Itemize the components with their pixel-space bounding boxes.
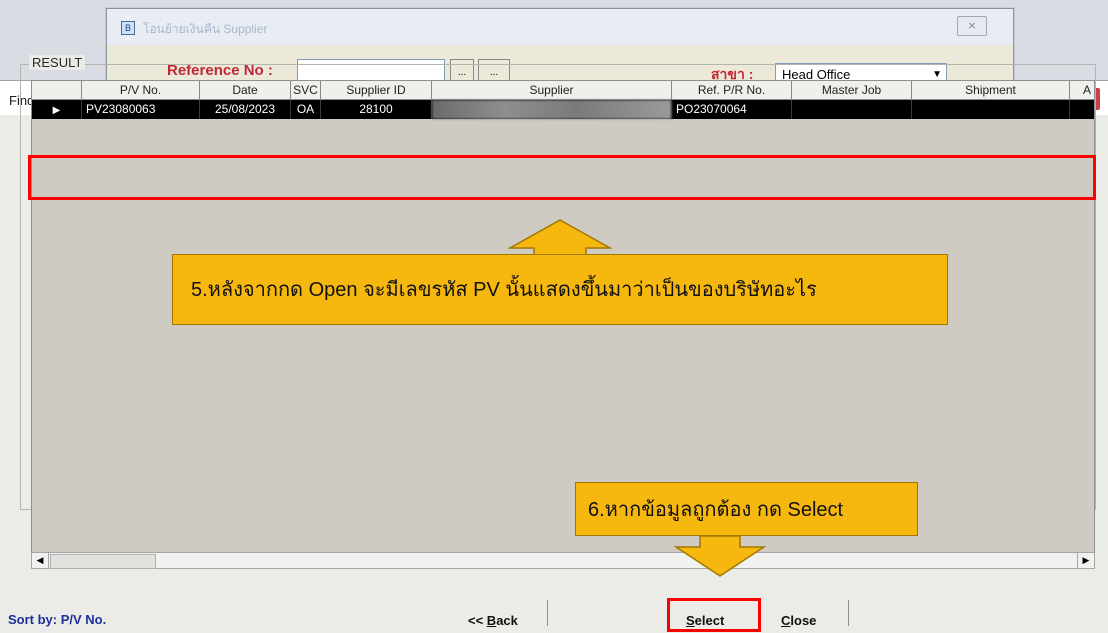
- header-date[interactable]: Date: [200, 81, 291, 99]
- cell-date[interactable]: 25/08/2023: [200, 100, 291, 119]
- back-accel: B: [486, 613, 497, 628]
- header-supplier-id[interactable]: Supplier ID: [321, 81, 432, 99]
- row-pointer-icon: ▶: [52, 105, 61, 116]
- row-selector[interactable]: ▶: [32, 100, 82, 119]
- close-accel: C: [781, 613, 791, 628]
- cell-supplier-id[interactable]: 28100: [321, 100, 432, 119]
- background-close-button[interactable]: ⨯: [957, 16, 987, 36]
- header-svc[interactable]: SVC: [291, 81, 321, 99]
- close-rest: lose: [790, 613, 817, 628]
- back-button[interactable]: << Back: [468, 613, 518, 628]
- header-shipment[interactable]: Shipment: [912, 81, 1070, 99]
- grid-header: P/V No. Date SVC Supplier ID Supplier Re…: [32, 81, 1094, 100]
- header-supplier[interactable]: Supplier: [432, 81, 672, 99]
- header-pv-no[interactable]: P/V No.: [82, 81, 200, 99]
- header-ref-pr-no[interactable]: Ref. P/R No.: [672, 81, 792, 99]
- cell-shipment[interactable]: [912, 100, 1070, 119]
- step5-callout: 5.หลังจากกด Open จะมีเลขรหัส PV นั้นแสดง…: [172, 254, 948, 325]
- select-highlight-box: [667, 598, 761, 632]
- background-window-title: โอนย้ายเงินคืน Supplier: [143, 22, 268, 36]
- divider: [547, 600, 548, 626]
- arrow-up-icon: [507, 219, 613, 258]
- result-label: RESULT: [29, 55, 86, 70]
- divider: [848, 600, 849, 626]
- back-prefix: <<: [468, 613, 487, 628]
- scroll-left-icon[interactable]: ◀: [32, 553, 49, 568]
- back-rest: ack: [496, 613, 518, 628]
- cell-pv-no[interactable]: PV23080063: [82, 100, 200, 119]
- horizontal-scrollbar[interactable]: ◀ ▶: [31, 552, 1095, 569]
- cell-supplier-redacted[interactable]: [432, 100, 672, 119]
- header-selector: [32, 81, 82, 99]
- sort-by-label: Sort by: P/V No.: [8, 612, 107, 627]
- scroll-thumb[interactable]: [50, 554, 156, 569]
- step6-callout: 6.หากข้อมูลถูกต้อง กด Select: [575, 482, 918, 536]
- cell-ref-pr-no[interactable]: PO23070064: [672, 100, 792, 119]
- arrow-down-icon: [673, 535, 767, 577]
- background-window-titlebar: B โอนย้ายเงินคืน Supplier ⨯: [107, 9, 1013, 45]
- header-master-job[interactable]: Master Job: [792, 81, 912, 99]
- close-button[interactable]: Close: [781, 613, 816, 628]
- table-row[interactable]: ▶ PV23080063 25/08/2023 OA 28100 PO23070…: [32, 100, 1094, 119]
- scroll-right-icon[interactable]: ▶: [1077, 553, 1094, 568]
- cell-master-job[interactable]: [792, 100, 912, 119]
- row-highlight-box: [28, 155, 1096, 200]
- cell-svc[interactable]: OA: [291, 100, 321, 119]
- app-icon: B: [121, 21, 135, 35]
- header-a[interactable]: A: [1070, 81, 1094, 99]
